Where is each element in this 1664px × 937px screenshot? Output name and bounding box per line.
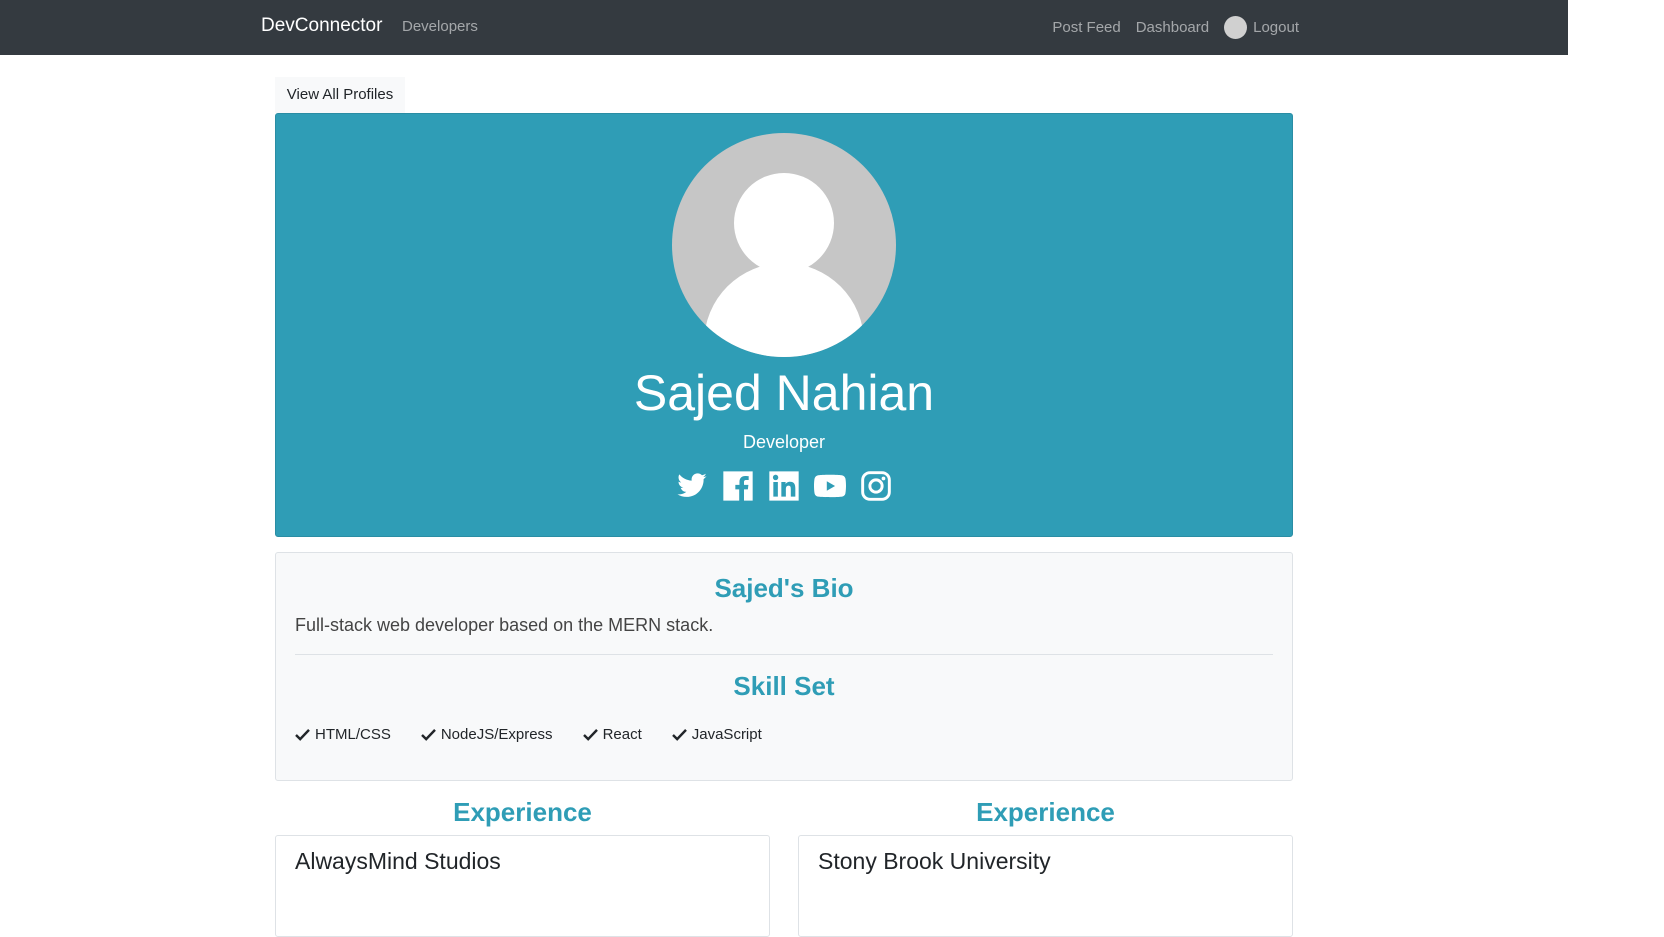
navbar: DevConnector Developers Post Feed Dashbo…	[0, 0, 1568, 55]
education-school: Stony Brook University	[818, 848, 1051, 874]
page-margin	[1568, 0, 1664, 937]
social-links	[276, 470, 1292, 502]
experience-title: Experience	[453, 797, 592, 827]
experience-title-2: Experience	[976, 797, 1115, 827]
facebook-icon[interactable]	[722, 470, 754, 502]
view-all-profiles-button[interactable]: View All Profiles	[275, 77, 405, 113]
profile-avatar	[672, 133, 896, 357]
logout-link[interactable]: Logout	[1224, 16, 1299, 39]
skill-item: JavaScript	[671, 726, 762, 743]
check-icon	[582, 729, 598, 741]
bio-text: Full-stack web developer based on the ME…	[295, 615, 714, 635]
skill-list: HTML/CSS NodeJS/Express React JavaScript	[295, 726, 762, 743]
twitter-icon[interactable]	[676, 470, 708, 502]
bio-title: Sajed's Bio	[714, 573, 854, 603]
check-icon	[295, 729, 310, 741]
experience-company: AlwaysMind Studios	[295, 848, 501, 874]
skills-title: Skill Set	[733, 671, 835, 701]
check-icon	[420, 729, 436, 741]
linkedin-icon[interactable]	[768, 470, 800, 502]
logout-label: Logout	[1253, 19, 1299, 36]
profile-header-card: Sajed Nahian Developer	[275, 113, 1293, 537]
youtube-icon[interactable]	[814, 470, 846, 502]
check-icon	[671, 729, 687, 741]
nav-right: Post Feed Dashboard Logout	[1052, 16, 1299, 39]
nav-dashboard-link[interactable]: Dashboard	[1136, 19, 1209, 36]
user-avatar-icon	[1224, 16, 1248, 39]
nav-developers-link[interactable]: Developers	[402, 18, 478, 35]
skill-label: JavaScript	[691, 726, 762, 743]
bio-card: Sajed's Bio Full-stack web developer bas…	[275, 552, 1293, 781]
skill-item: HTML/CSS	[295, 726, 391, 743]
brand-link[interactable]: DevConnector	[261, 15, 382, 37]
skill-item: NodeJS/Express	[420, 726, 553, 743]
profile-name: Sajed Nahian	[633, 365, 935, 421]
instagram-icon[interactable]	[860, 470, 892, 502]
skill-label: NodeJS/Express	[440, 726, 553, 743]
education-card: Stony Brook University	[798, 835, 1293, 937]
experience-card: AlwaysMind Studios	[275, 835, 770, 937]
nav-post-feed-link[interactable]: Post Feed	[1052, 19, 1120, 36]
skill-label: React	[602, 726, 642, 743]
skill-item: React	[582, 726, 642, 743]
skill-label: HTML/CSS	[315, 726, 391, 743]
divider	[295, 654, 1273, 655]
profile-role: Developer	[742, 432, 826, 452]
